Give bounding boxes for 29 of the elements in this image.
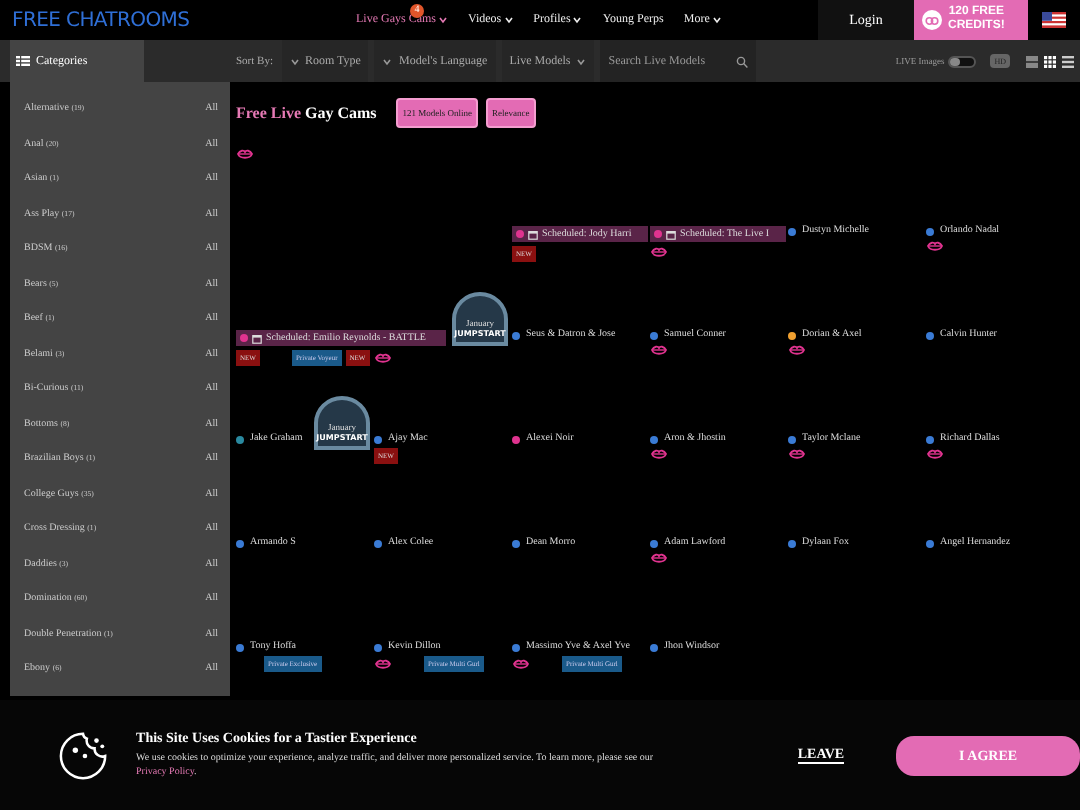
search-icon xyxy=(736,56,749,68)
live-images-toggle[interactable] xyxy=(948,55,977,67)
large-grid-icon[interactable] xyxy=(1026,55,1038,67)
lips-icon xyxy=(650,344,668,356)
flag-icon xyxy=(1042,12,1066,28)
lips-icon xyxy=(512,658,530,670)
lips-icon xyxy=(926,240,944,252)
grid-icon[interactable] xyxy=(1044,55,1056,67)
calendar-icon xyxy=(666,229,676,239)
calendar-icon xyxy=(528,229,538,239)
page-title: Free Live Gay Cams xyxy=(236,103,377,121)
lips-icon xyxy=(373,352,392,364)
calendar-icon xyxy=(252,333,262,343)
caret-icon xyxy=(382,57,393,65)
lips-icon xyxy=(788,344,806,356)
lips-icon xyxy=(926,448,944,460)
site-logo[interactable]: FREE CHATROOMS xyxy=(12,9,356,31)
caret-icon xyxy=(289,57,299,65)
lips-icon xyxy=(788,448,806,460)
lips-icon xyxy=(650,552,668,564)
cookie-icon xyxy=(58,729,109,781)
caret-icon xyxy=(576,57,587,65)
coins-icon xyxy=(922,10,942,30)
list-view-icon[interactable] xyxy=(1062,55,1074,67)
list-icon xyxy=(16,56,30,66)
lips-icon xyxy=(236,148,254,160)
lips-icon xyxy=(374,658,392,670)
lips-icon xyxy=(650,246,668,258)
lips-icon xyxy=(650,448,668,460)
